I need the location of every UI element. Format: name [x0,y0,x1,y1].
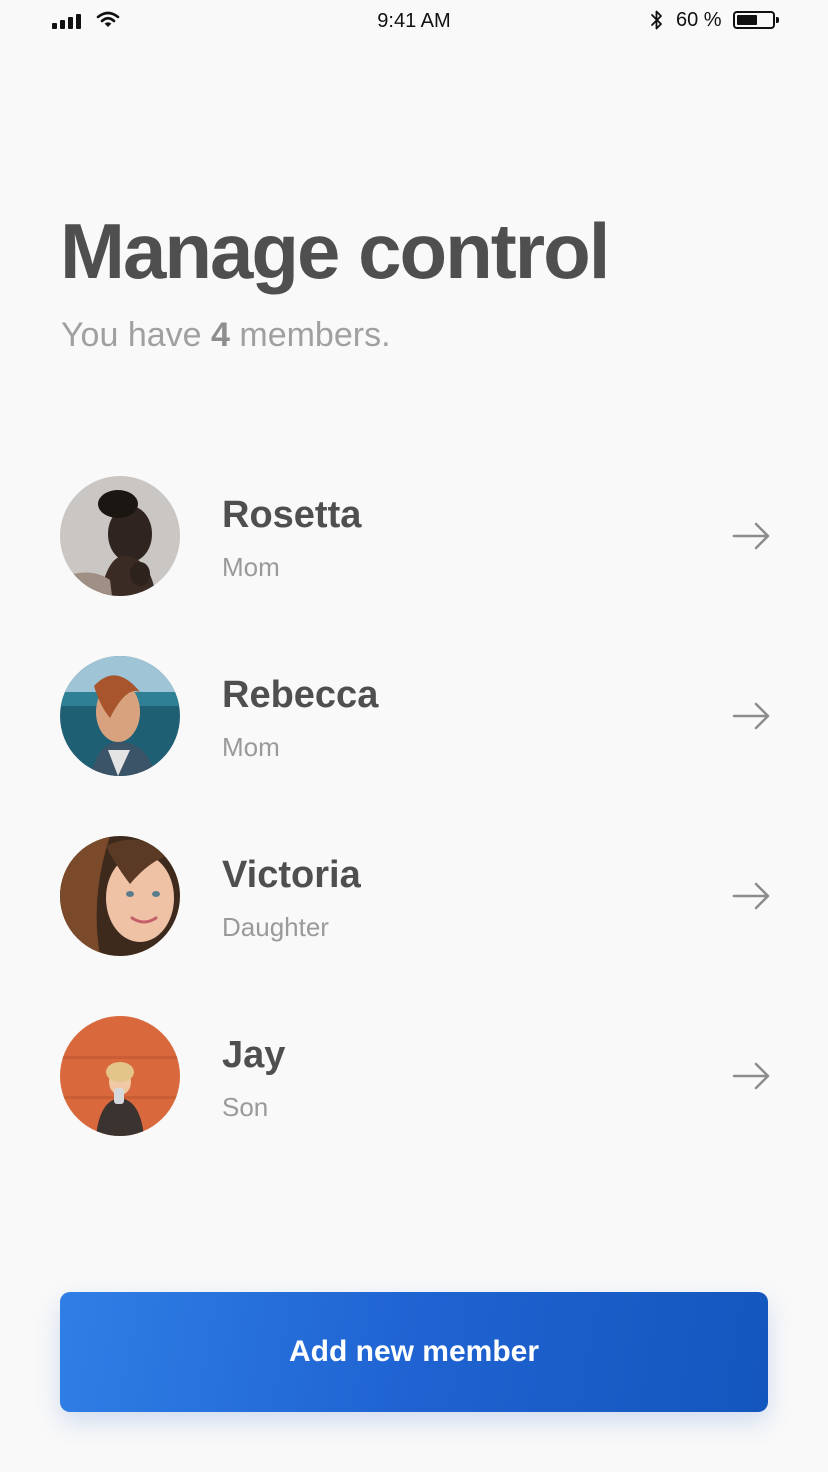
member-name: Jay [222,1034,286,1076]
battery-icon [733,11,779,29]
member-name: Rebecca [222,674,379,716]
arrow-right-icon[interactable] [732,520,772,552]
member-row-victoria[interactable]: Victoria Daughter [60,836,780,956]
subtitle-suffix: members. [229,316,391,354]
member-name: Rosetta [222,494,362,536]
member-role: Mom [222,732,280,762]
member-role: Mom [222,552,280,582]
avatar [60,476,180,596]
arrow-right-icon[interactable] [732,700,772,732]
avatar [60,656,180,776]
member-row-rebecca[interactable]: Rebecca Mom [60,656,780,776]
member-count: 4 [211,316,230,354]
member-row-jay[interactable]: Jay Son [60,1016,780,1136]
bluetooth-icon [651,10,662,30]
add-new-member-button[interactable]: Add new member [60,1292,768,1412]
battery-percentage: 60 % [676,9,722,31]
status-bar: 9:41 AM 60 % [0,0,828,44]
avatar [60,836,180,956]
page-title: Manage control [60,207,610,295]
member-name: Victoria [222,854,361,896]
subtitle-prefix: You have [61,316,211,354]
battery-fill [737,15,757,25]
member-row-rosetta[interactable]: Rosetta Mom [60,476,780,596]
arrow-right-icon[interactable] [732,880,772,912]
arrow-right-icon[interactable] [732,1060,772,1092]
avatar [60,1016,180,1136]
member-role: Son [222,1092,269,1122]
member-count-text: You have 4 members. [61,316,391,355]
member-role: Daughter [222,912,329,942]
